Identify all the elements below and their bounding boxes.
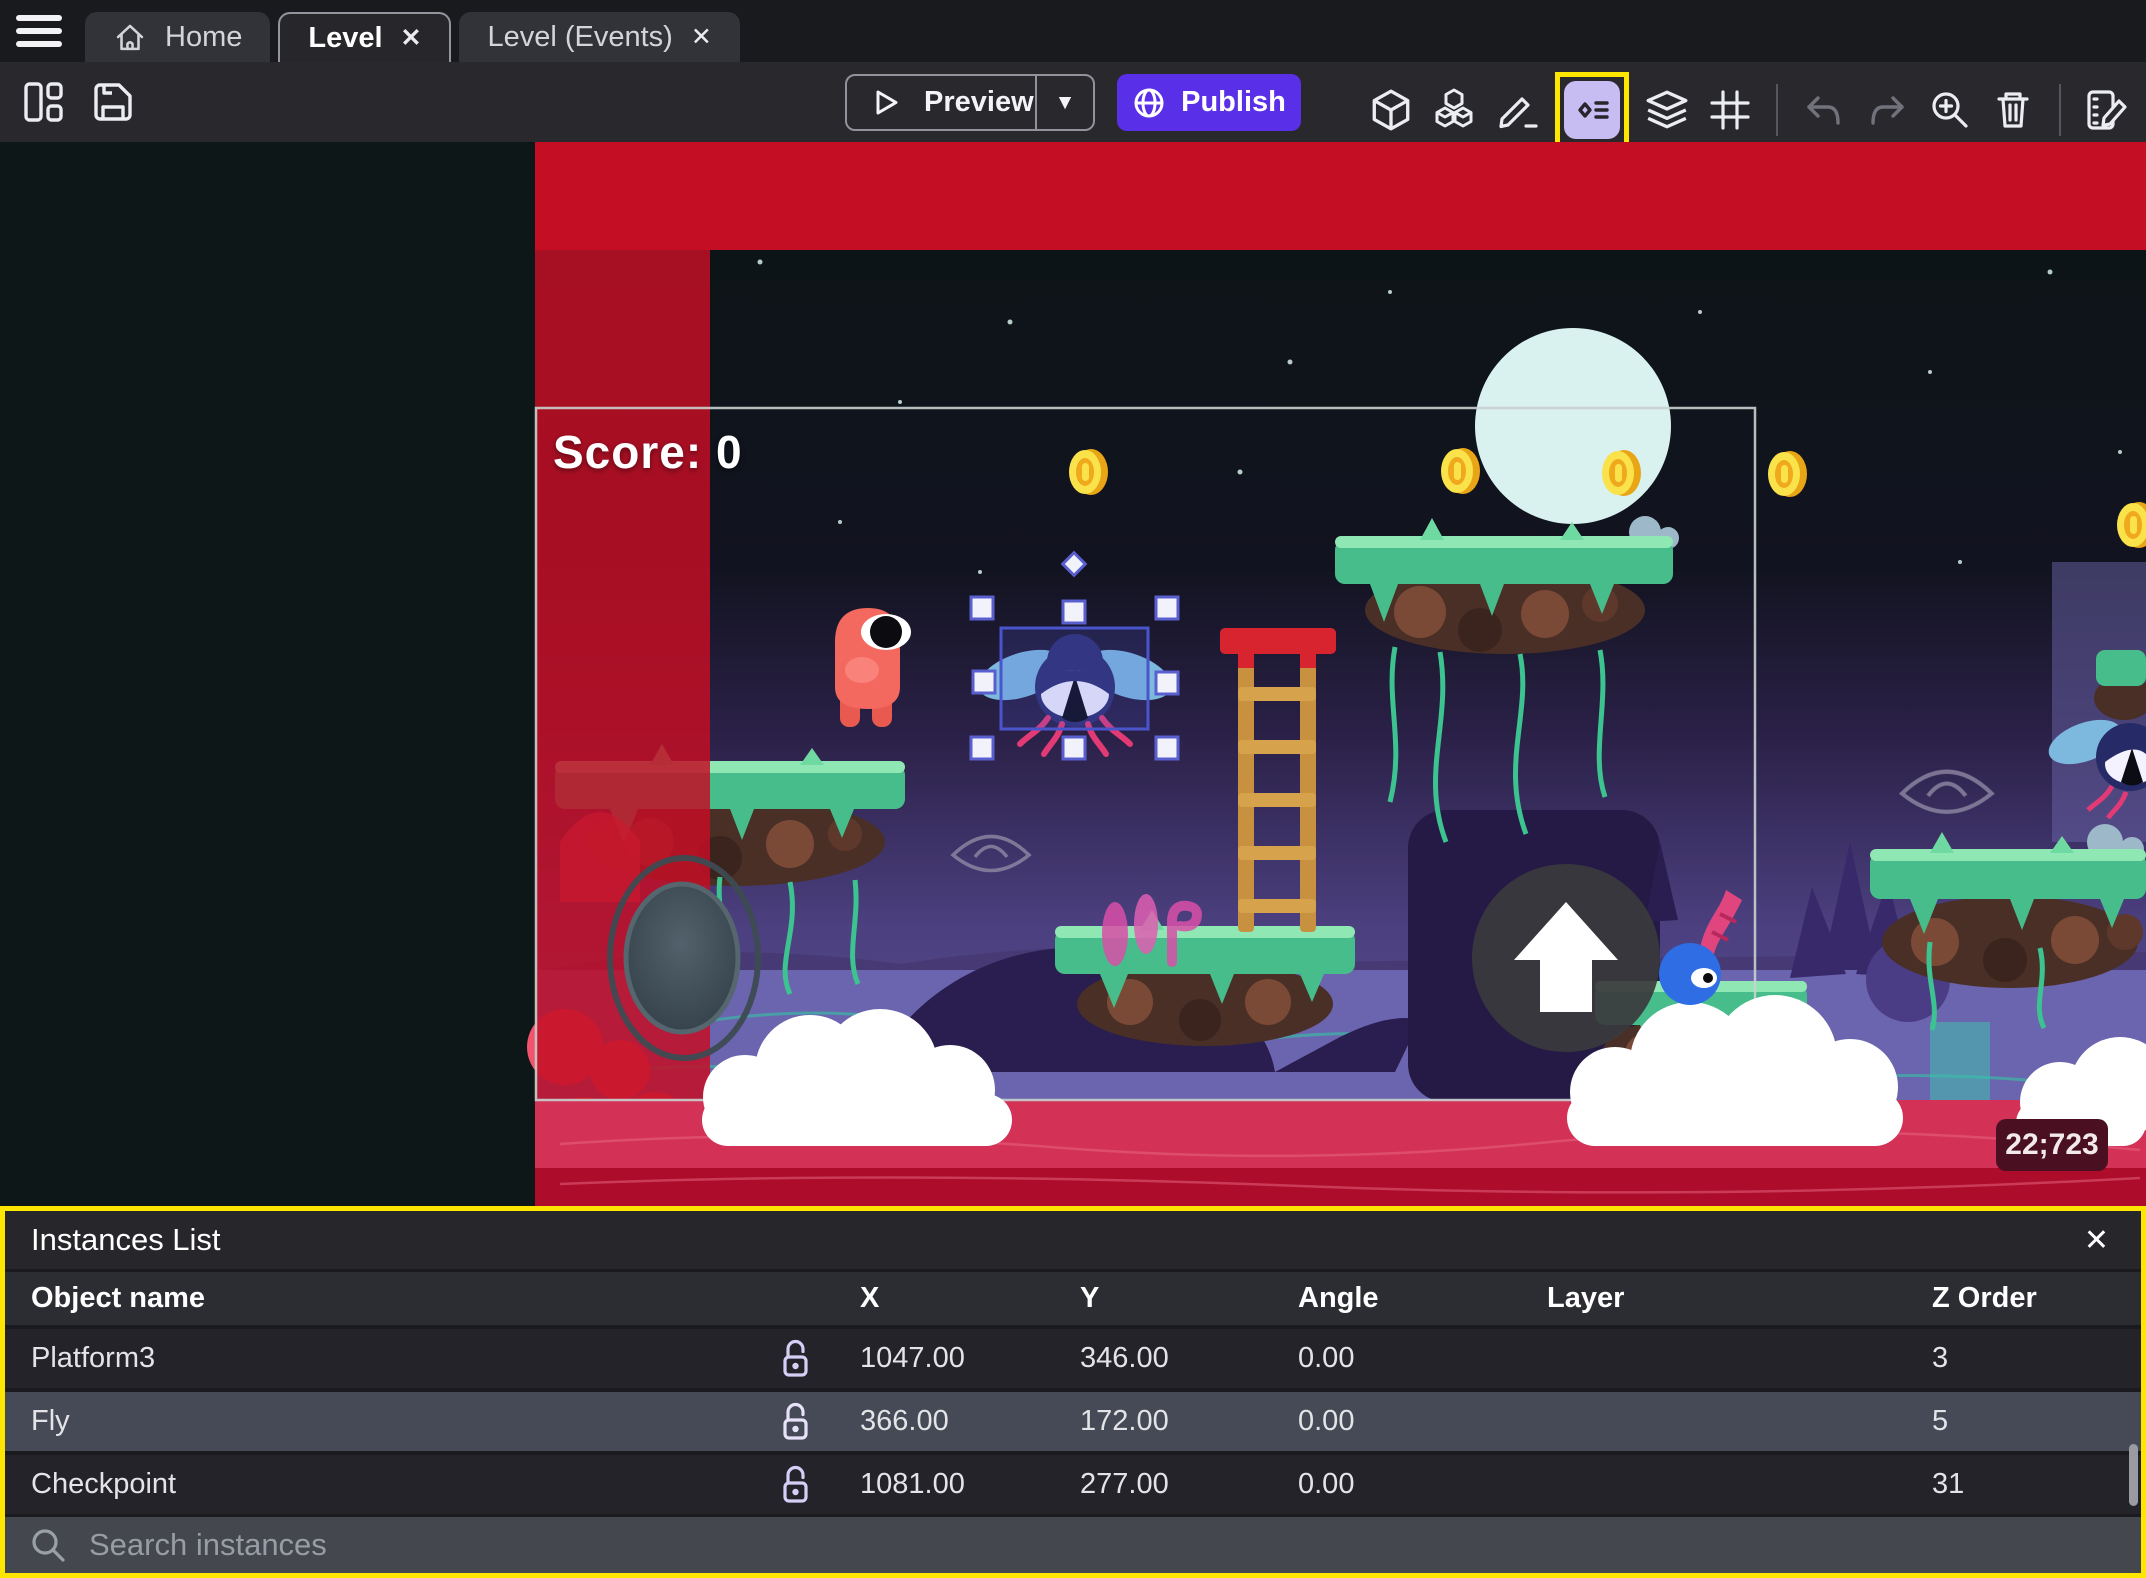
grid-icon: [1710, 90, 1750, 130]
instance-x[interactable]: 1047.00: [840, 1342, 1060, 1375]
grid-button[interactable]: [1705, 83, 1755, 137]
instance-z-order[interactable]: 3: [1912, 1342, 2141, 1375]
view-3d-button[interactable]: [1366, 83, 1416, 137]
instance-angle[interactable]: 0.00: [1278, 1468, 1527, 1501]
joystick-control[interactable]: [607, 855, 761, 1061]
column-layer: Layer: [1547, 1282, 1625, 1314]
column-angle: Angle: [1298, 1282, 1379, 1314]
edit-scene-properties-button[interactable]: [2082, 83, 2132, 137]
column-y: Y: [1080, 1282, 1100, 1314]
table-header: Object name X Y Angle Layer Z Order: [5, 1269, 2141, 1325]
column-x: X: [860, 1282, 880, 1314]
undo-icon: [1807, 96, 1840, 125]
zoom-button[interactable]: [1925, 83, 1975, 137]
instance-y[interactable]: 277.00: [1060, 1468, 1278, 1501]
preview-label: Preview: [924, 86, 1034, 118]
instance-angle[interactable]: 0.00: [1278, 1405, 1527, 1438]
instance-name: Platform3: [31, 1342, 156, 1374]
table-row[interactable]: Checkpoint 1081.00 277.00 0.00 31: [5, 1451, 2141, 1514]
search-icon: [32, 1529, 65, 1562]
pencil-icon: [1499, 97, 1538, 129]
undo-button[interactable]: [1799, 83, 1849, 137]
tab-level-events-close-icon[interactable]: ✕: [691, 24, 712, 50]
publish-button[interactable]: Publish: [1117, 74, 1301, 131]
column-object-name: Object name: [31, 1282, 206, 1314]
instance-x[interactable]: 1081.00: [840, 1468, 1060, 1501]
toolbar-divider: [2059, 84, 2061, 136]
instance-name: Checkpoint: [31, 1468, 177, 1500]
preview-dropdown-button[interactable]: ▼: [1035, 76, 1093, 129]
tab-bar: Home Level ✕ Level (Events) ✕: [0, 0, 2146, 62]
moon-instance[interactable]: [1475, 328, 1671, 524]
tab-level[interactable]: Level ✕: [278, 12, 452, 62]
tab-level-close-icon[interactable]: ✕: [401, 25, 422, 51]
waterfall: [1930, 1022, 1990, 1100]
unlock-icon[interactable]: [778, 1464, 812, 1506]
scene-render: [0, 142, 2146, 1206]
draw-edit-button[interactable]: [1492, 83, 1542, 137]
instance-y[interactable]: 172.00: [1060, 1405, 1278, 1438]
tab-level-events-label: Level (Events): [487, 20, 673, 53]
table-row[interactable]: Platform3 1047.00 346.00 0.00 3: [5, 1325, 2141, 1388]
instance-name: Fly: [31, 1405, 70, 1437]
tab-level-events[interactable]: Level (Events) ✕: [459, 12, 740, 62]
score-text: Score: 0: [553, 426, 743, 478]
publish-label: Publish: [1181, 86, 1286, 118]
layout-panels-icon: [24, 82, 63, 122]
table-row-selected[interactable]: Fly 366.00 172.00 0.00 5: [5, 1388, 2141, 1451]
panel-title: Instances List: [31, 1222, 221, 1257]
tab-level-label: Level: [308, 21, 383, 54]
redo-button[interactable]: [1862, 83, 1912, 137]
instance-y[interactable]: 346.00: [1060, 1342, 1278, 1375]
chevron-down-icon: ▼: [1054, 90, 1076, 114]
unlock-icon[interactable]: [778, 1338, 812, 1380]
instance-angle[interactable]: 0.00: [1278, 1342, 1527, 1375]
layers-button[interactable]: [1642, 83, 1692, 137]
scene-edit-icon: [2087, 90, 2127, 130]
search-instances-input[interactable]: [89, 1527, 2117, 1563]
scrollbar-thumb[interactable]: [2129, 1444, 2138, 1506]
instances-list-button-highlight: [1555, 72, 1629, 148]
home-icon: [116, 24, 144, 51]
cursor-coordinates-badge: 22;723: [1996, 1119, 2108, 1171]
objects-list-button[interactable]: [1429, 83, 1479, 137]
redo-icon: [1871, 96, 1904, 125]
tab-home[interactable]: Home: [85, 12, 271, 62]
delete-button[interactable]: [1988, 83, 2038, 137]
play-icon: [876, 90, 898, 115]
layers-icon: [1646, 90, 1688, 129]
instance-z-order[interactable]: 5: [1912, 1405, 2141, 1438]
unlock-icon[interactable]: [778, 1401, 812, 1443]
search-bar: [5, 1514, 2141, 1573]
instance-z-order[interactable]: 31: [1912, 1468, 2141, 1501]
instances-list-panel: Instances List ✕ Object name X Y Angle L…: [0, 1206, 2146, 1578]
trash-icon: [1997, 92, 2029, 128]
cube-icon: [1372, 89, 1410, 131]
menu-icon[interactable]: [16, 15, 62, 47]
jump-button-control[interactable]: [1472, 864, 1660, 1052]
platform-instance[interactable]: [2094, 650, 2146, 720]
panel-close-button[interactable]: ✕: [2078, 1223, 2115, 1258]
instances-list-button[interactable]: [1564, 81, 1620, 139]
instances-list-icon: [1578, 101, 1609, 119]
tab-home-label: Home: [165, 20, 243, 53]
instance-x[interactable]: 366.00: [840, 1405, 1060, 1438]
app-window: Home Level ✕ Level (Events) ✕ Preview ▼ …: [0, 0, 2146, 1578]
editor-toolbar: Preview ▼ Publish: [0, 62, 2146, 148]
globe-icon: [1134, 88, 1164, 117]
save-button[interactable]: [88, 75, 138, 129]
stacked-cubes-icon: [1435, 88, 1473, 128]
column-z-order: Z Order: [1932, 1282, 2037, 1314]
layout-panels-button[interactable]: [18, 75, 68, 129]
preview-button[interactable]: Preview ▼: [845, 74, 1095, 131]
save-icon: [94, 83, 132, 121]
scene-canvas[interactable]: Score: 0 22;723: [0, 142, 2146, 1206]
toolbar-divider: [1776, 84, 1778, 136]
zoom-in-icon: [1932, 92, 1968, 128]
